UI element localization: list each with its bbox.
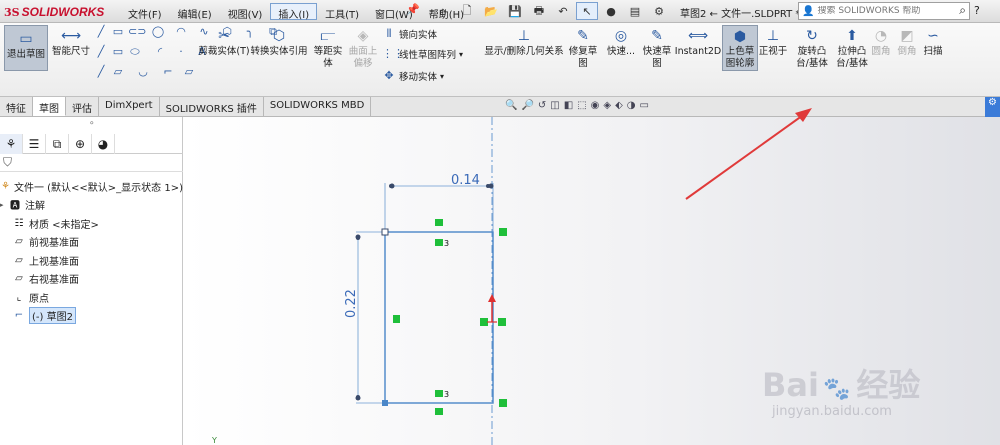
sketch-rectangle[interactable] [384,231,494,404]
equal-relation-icon[interactable] [435,239,443,246]
dimension-node[interactable] [488,183,494,189]
coincident-relation-icon[interactable] [499,228,507,236]
origin-arrow-head [488,294,496,302]
horizontal-relation-icon[interactable] [435,408,443,415]
relation-count: 3 [444,239,449,248]
relation-count: 3 [444,390,449,399]
equal-relation-icon[interactable] [435,390,443,397]
axis-y-label: Y [211,436,217,445]
coincident-relation-icon[interactable] [499,399,507,407]
paw-icon: 🐾 [822,377,851,402]
vertical-relation-icon[interactable] [393,315,400,323]
horizontal-relation-icon[interactable] [435,219,443,226]
watermark-text: 经验 [856,366,921,404]
collinear-relation-icon[interactable] [498,318,506,326]
sketch-point[interactable] [381,228,389,236]
baidu-watermark: Bai 🐾 经验 [762,360,920,406]
watermark-url: jingyan.baidu.com [772,404,892,419]
dimension-node[interactable] [389,183,395,189]
dimension-height-text[interactable]: 0.22 [344,289,359,318]
dimension-node[interactable] [355,395,361,401]
sketch-point[interactable] [382,400,388,406]
dimension-width-text[interactable]: 0.14 [451,173,480,188]
watermark-brand: Bai [762,366,819,404]
dimension-node[interactable] [355,234,361,240]
collinear-relation-icon[interactable] [480,318,488,326]
annotation-arrow [685,112,807,200]
